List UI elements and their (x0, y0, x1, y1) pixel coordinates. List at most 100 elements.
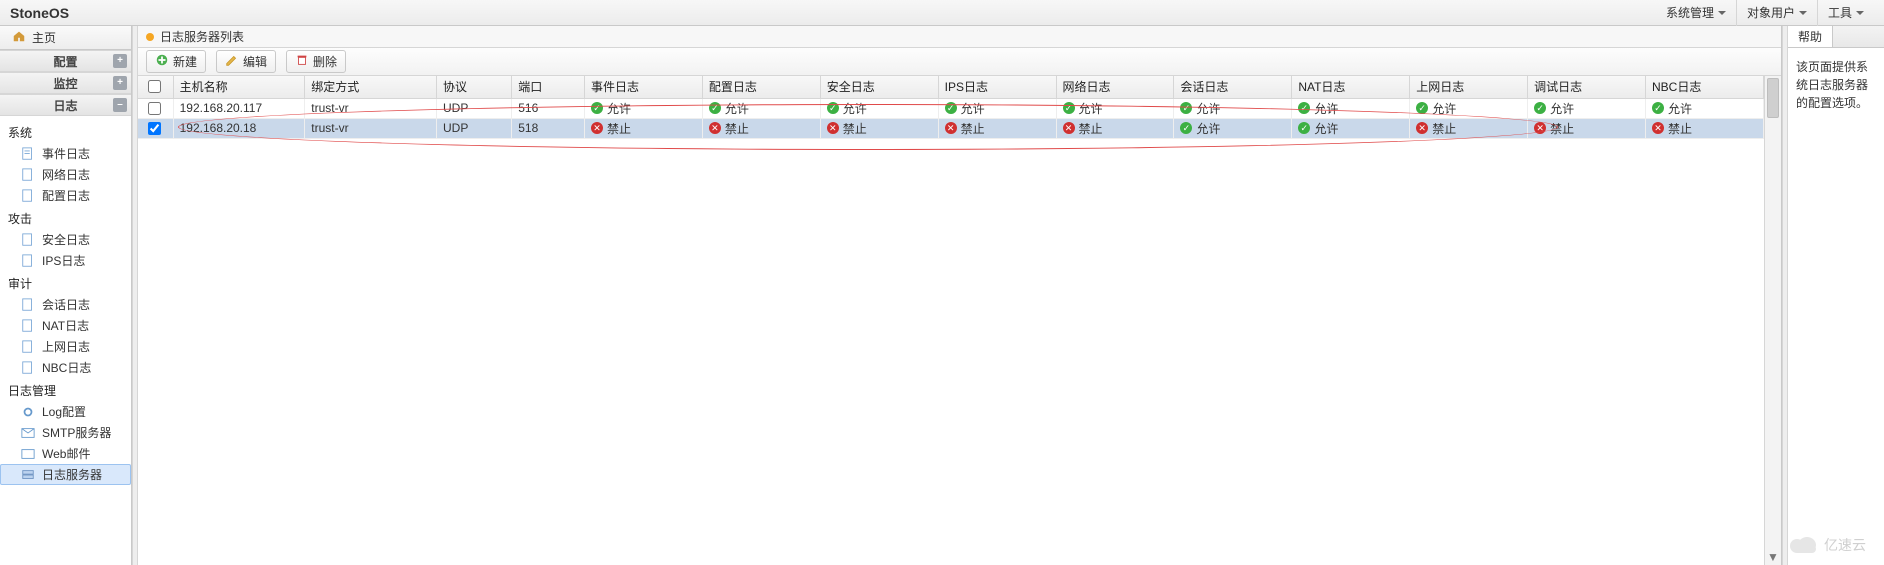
col-debug[interactable]: 调试日志 (1528, 76, 1646, 98)
col-port[interactable]: 端口 (512, 76, 585, 98)
col-event[interactable]: 事件日志 (584, 76, 702, 98)
group-audit: 审计 (0, 271, 131, 294)
status-label: 允许 (1668, 100, 1692, 117)
sidebar-item-smtp-server[interactable]: SMTP服务器 (0, 422, 131, 443)
help-body: 该页面提供系统日志服务器的配置选项。 (1788, 48, 1884, 565)
nav-tree: 系统 事件日志 网络日志 配置日志 攻击 安全日志 (0, 116, 131, 489)
expand-icon[interactable]: + (113, 54, 127, 68)
sidebar-item-security-log[interactable]: 安全日志 (0, 229, 131, 250)
grid-wrap: 主机名称 绑定方式 协议 端口 事件日志 配置日志 安全日志 IPS日志 网络日… (138, 76, 1781, 565)
col-host[interactable]: 主机名称 (173, 76, 305, 98)
plus-icon (155, 53, 169, 70)
cell-bind: trust-vr (305, 118, 437, 138)
sidebar-item-ips-log[interactable]: IPS日志 (0, 250, 131, 271)
acc-config[interactable]: 配置 + (0, 50, 131, 72)
sidebar-item-label: 网络日志 (42, 166, 90, 183)
cell-status: ✓允许 (1645, 98, 1763, 118)
sidebar-item-log-config[interactable]: Log配置 (0, 401, 131, 422)
menu-sys-mgmt[interactable]: 系统管理 (1656, 0, 1736, 26)
sidebar-item-session-log[interactable]: 会话日志 (0, 294, 131, 315)
col-checkbox[interactable] (138, 76, 173, 98)
check-icon: ✓ (709, 102, 721, 114)
sidebar-item-label: 安全日志 (42, 231, 90, 248)
delete-button[interactable]: 删除 (286, 50, 346, 73)
col-ips[interactable]: IPS日志 (938, 76, 1056, 98)
col-session[interactable]: 会话日志 (1174, 76, 1292, 98)
status-label: 允许 (961, 100, 985, 117)
table-row[interactable]: 192.168.20.18trust-vrUDP518✕禁止✕禁止✕禁止✕禁止✕… (138, 118, 1764, 138)
mail-icon (20, 426, 36, 440)
collapse-icon[interactable]: – (113, 98, 127, 112)
tab-strip: 主页 (0, 26, 132, 50)
help-tab[interactable]: 帮助 (1788, 26, 1833, 47)
col-online[interactable]: 上网日志 (1410, 76, 1528, 98)
group-system: 系统 (0, 120, 131, 143)
cross-icon: ✕ (709, 122, 721, 134)
sidebar-item-label: 日志服务器 (42, 466, 102, 483)
acc-monitor[interactable]: 监控 + (0, 72, 131, 94)
check-icon: ✓ (1298, 122, 1310, 134)
col-nat[interactable]: NAT日志 (1292, 76, 1410, 98)
cell-proto: UDP (436, 98, 511, 118)
check-icon: ✓ (945, 102, 957, 114)
sidebar-item-nat-log[interactable]: NAT日志 (0, 315, 131, 336)
sidebar-item-log-server[interactable]: 日志服务器 (0, 464, 131, 485)
select-all-checkbox[interactable] (148, 80, 161, 93)
status-label: 允许 (1079, 100, 1103, 117)
panel-title: 日志服务器列表 (160, 28, 244, 45)
col-bind[interactable]: 绑定方式 (305, 76, 437, 98)
expand-icon[interactable]: + (113, 76, 127, 90)
edit-button-label: 编辑 (243, 53, 267, 70)
sidebar-item-label: NAT日志 (42, 317, 89, 334)
cross-icon: ✕ (591, 122, 603, 134)
status-label: 禁止 (1432, 120, 1456, 137)
tab-home-label: 主页 (32, 29, 56, 46)
sidebar-item-config-log[interactable]: 配置日志 (0, 185, 131, 206)
cross-icon: ✕ (1063, 122, 1075, 134)
group-logmgmt: 日志管理 (0, 378, 131, 401)
row-checkbox[interactable] (148, 102, 161, 115)
cell-status: ✓允许 (1174, 118, 1292, 138)
status-label: 禁止 (607, 120, 631, 137)
col-config[interactable]: 配置日志 (702, 76, 820, 98)
cell-checkbox[interactable] (138, 118, 173, 138)
status-label: 允许 (607, 100, 631, 117)
edit-button[interactable]: 编辑 (216, 50, 276, 73)
home-icon (12, 29, 26, 46)
row-checkbox[interactable] (148, 122, 161, 135)
scroll-thumb[interactable] (1767, 78, 1779, 118)
col-proto[interactable]: 协议 (436, 76, 511, 98)
sidebar-item-network-log[interactable]: 网络日志 (0, 164, 131, 185)
status-label: 禁止 (1079, 120, 1103, 137)
vertical-scrollbar[interactable]: ▲ ▼ (1764, 76, 1781, 565)
cell-host: 192.168.20.117 (173, 98, 305, 118)
new-button[interactable]: 新建 (146, 50, 206, 73)
cell-status: ✕ 禁止 (1056, 118, 1174, 138)
acc-log[interactable]: 日志 – (0, 94, 131, 116)
cell-status: ✓允许 (584, 98, 702, 118)
status-label: 允许 (843, 100, 867, 117)
cell-status: ✕禁止 (820, 118, 938, 138)
cell-checkbox[interactable] (138, 98, 173, 118)
scroll-down-icon[interactable]: ▼ (1765, 549, 1781, 565)
col-nbc[interactable]: NBC日志 (1645, 76, 1763, 98)
menu-target-user[interactable]: 对象用户 (1736, 0, 1817, 26)
sidebar-item-web-mail[interactable]: Web邮件 (0, 443, 131, 464)
page-icon (20, 254, 36, 268)
cell-status: ✓允许 (1056, 98, 1174, 118)
col-network[interactable]: 网络日志 (1056, 76, 1174, 98)
status-label: 允许 (1432, 100, 1456, 117)
sidebar-item-nbc-log[interactable]: NBC日志 (0, 357, 131, 378)
sidebar-item-label: 配置日志 (42, 187, 90, 204)
sidebar-item-online-log[interactable]: 上网日志 (0, 336, 131, 357)
tab-home[interactable]: 主页 (0, 26, 132, 49)
menu-tools[interactable]: 工具 (1817, 0, 1874, 26)
acc-config-label: 配置 (53, 53, 77, 70)
table-row[interactable]: 192.168.20.117trust-vrUDP516✓允许✓允许✓允许✓允许… (138, 98, 1764, 118)
cell-status: ✕禁止 (1645, 118, 1763, 138)
col-security[interactable]: 安全日志 (820, 76, 938, 98)
acc-monitor-label: 监控 (53, 75, 77, 92)
sidebar-item-event-log[interactable]: 事件日志 (0, 143, 131, 164)
status-label: 禁止 (1668, 120, 1692, 137)
main-layout: 主页 配置 + 监控 + 日志 – 系统 事件日志 (0, 26, 1884, 565)
